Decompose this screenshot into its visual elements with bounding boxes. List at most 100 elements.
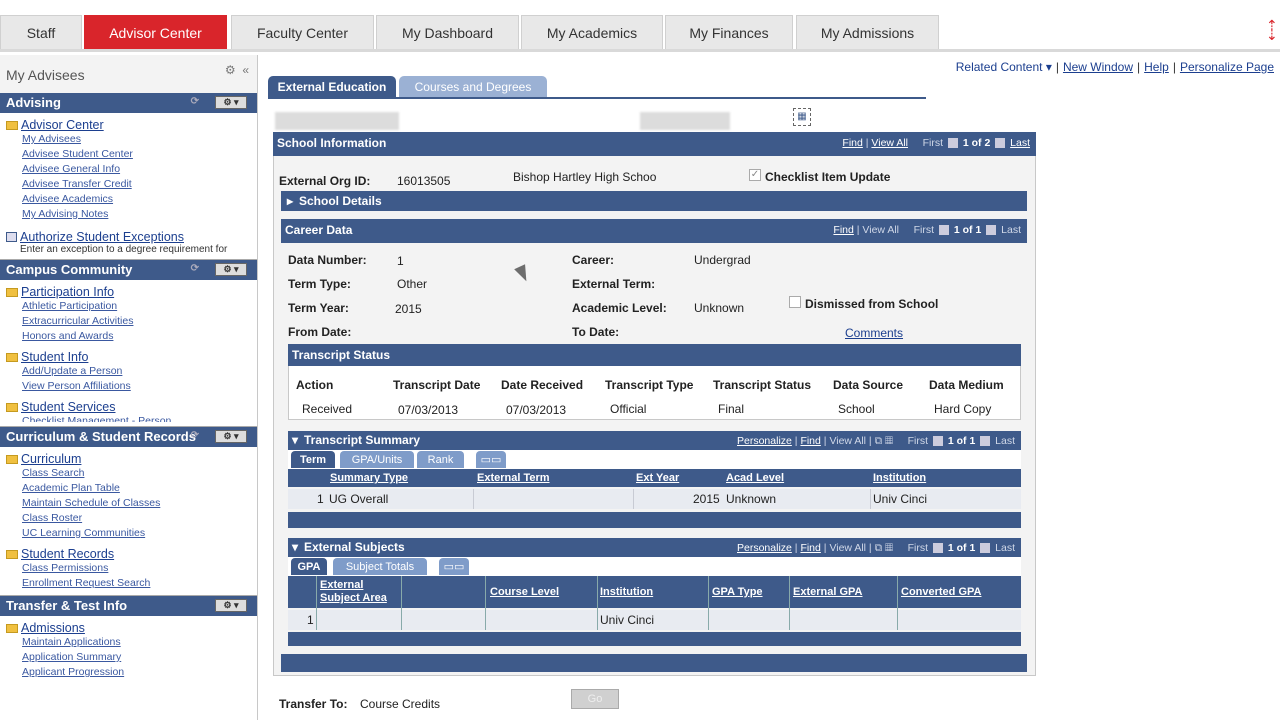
tab-faculty-center[interactable]: Faculty Center [231, 15, 374, 49]
folder-advisor-center[interactable]: Advisor Center [21, 118, 104, 132]
next-icon[interactable] [995, 138, 1006, 149]
dismissed-checkbox[interactable] [789, 296, 801, 308]
col-external-term[interactable]: External Term [477, 472, 550, 484]
link-honors-awards[interactable]: Honors and Awards [22, 329, 251, 344]
previous-icon[interactable] [947, 138, 958, 149]
view-all-link[interactable]: View All [871, 137, 908, 149]
link-advisee-transfer-credit[interactable]: Advisee Transfer Credit [22, 177, 251, 192]
folder-student-services[interactable]: Student Services [21, 400, 116, 414]
col-converted-gpa[interactable]: Converted GPA [901, 586, 981, 598]
link-view-person-affiliations[interactable]: View Person Affiliations [22, 379, 251, 394]
tab-my-academics[interactable]: My Academics [521, 15, 663, 49]
link-advisee-general-info[interactable]: Advisee General Info [22, 162, 251, 177]
folder-participation-info[interactable]: Participation Info [21, 285, 114, 299]
find-link[interactable]: Find [800, 542, 820, 554]
zoom-icon[interactable]: ⧉ [875, 435, 883, 447]
find-link[interactable]: Find [800, 435, 820, 447]
pagelet-menu-button[interactable]: ⚙ ▾ [215, 430, 247, 443]
tab-my-dashboard[interactable]: My Dashboard [376, 15, 519, 49]
link-advisee-student-center[interactable]: Advisee Student Center [22, 147, 251, 162]
checklist-item-update-checkbox[interactable]: ✓ [749, 169, 761, 181]
go-button[interactable]: Go [571, 689, 619, 709]
previous-icon[interactable] [932, 543, 943, 554]
col-institution[interactable]: Institution [600, 586, 653, 598]
link-applicant-progression[interactable]: Applicant Progression [22, 665, 251, 680]
subtab-gpa[interactable]: GPA [291, 558, 327, 575]
tab-courses-degrees[interactable]: Courses and Degrees [399, 76, 547, 98]
tab-advisor-center[interactable]: Advisor Center [84, 15, 227, 49]
related-content-menu[interactable]: Related Content ▾ [956, 60, 1052, 74]
link-class-search[interactable]: Class Search [22, 466, 251, 481]
tab-my-admissions[interactable]: My Admissions [796, 15, 939, 49]
col-ext-year[interactable]: Ext Year [636, 472, 679, 484]
link-add-update-person[interactable]: Add/Update a Person [22, 364, 251, 379]
personalize-page-link[interactable]: Personalize Page [1180, 60, 1274, 74]
pagelet-menu-button[interactable]: ⚙ ▾ [215, 599, 247, 612]
find-link[interactable]: Find [842, 137, 862, 149]
tab-staff[interactable]: Staff [0, 15, 82, 49]
link-enrollment-request-search[interactable]: Enrollment Request Search [22, 576, 251, 591]
subtab-gpa-units[interactable]: GPA/Units [340, 451, 414, 468]
personalize-link[interactable]: Personalize [737, 435, 792, 447]
link-application-summary[interactable]: Application Summary [22, 650, 251, 665]
folder-admissions[interactable]: Admissions [21, 621, 85, 635]
download-grid-icon[interactable]: ▦ [885, 542, 893, 554]
refresh-icon[interactable]: ⟳ [191, 96, 199, 107]
collapse-arrows-icon[interactable]: ⇡ ⇣ [1266, 18, 1278, 44]
next-icon[interactable] [980, 436, 991, 447]
new-window-link[interactable]: New Window [1063, 60, 1133, 74]
sidebar-controls-icon[interactable]: ⚙ « [225, 63, 249, 77]
link-advisee-academics[interactable]: Advisee Academics [22, 192, 251, 207]
link-my-advising-notes[interactable]: My Advising Notes [22, 207, 251, 222]
tab-external-education[interactable]: External Education [268, 76, 396, 98]
subtab-term[interactable]: Term [291, 451, 335, 468]
pagelet-menu-button[interactable]: ⚙ ▾ [215, 263, 247, 276]
link-uc-learning-communities[interactable]: UC Learning Communities [22, 526, 251, 541]
link-authorize-student-exceptions[interactable]: Authorize Student Exceptions [20, 230, 184, 244]
link-extracurricular[interactable]: Extracurricular Activities [22, 314, 251, 329]
link-class-permissions[interactable]: Class Permissions [22, 561, 251, 576]
help-link[interactable]: Help [1144, 60, 1169, 74]
comments-link[interactable]: Comments [845, 326, 903, 340]
org-chart-icon[interactable]: ▦ [793, 108, 811, 126]
transfer-to-value[interactable]: Course Credits [360, 697, 440, 711]
show-all-columns-icon[interactable]: ▭▭ [439, 558, 469, 575]
refresh-icon[interactable]: ⟳ [191, 263, 199, 274]
collapse-arrow-icon[interactable]: ▾ [292, 540, 298, 554]
collapse-arrow-icon[interactable]: ▾ [292, 433, 298, 447]
subtab-subject-totals[interactable]: Subject Totals [333, 558, 427, 575]
previous-icon[interactable] [938, 225, 949, 236]
last-link[interactable]: Last [1010, 137, 1030, 149]
link-maintain-schedule[interactable]: Maintain Schedule of Classes [22, 496, 251, 511]
folder-student-records[interactable]: Student Records [21, 547, 114, 561]
pagelet-menu-button[interactable]: ⚙ ▾ [215, 96, 247, 109]
link-athletic-participation[interactable]: Athletic Participation [22, 299, 251, 314]
next-icon[interactable] [986, 225, 997, 236]
career-data-header: Career Data Find | View All First 1 of 1… [281, 219, 1027, 243]
tab-my-finances[interactable]: My Finances [665, 15, 793, 49]
col-course-level[interactable]: Course Level [490, 586, 559, 598]
col-external-gpa[interactable]: External GPA [793, 586, 863, 598]
folder-curriculum[interactable]: Curriculum [21, 452, 81, 466]
refresh-icon[interactable]: ⟳ [191, 430, 199, 441]
col-gpa-type[interactable]: GPA Type [712, 586, 763, 598]
link-class-roster[interactable]: Class Roster [22, 511, 251, 526]
col-external-subject-area[interactable]: External Subject Area [320, 579, 400, 605]
zoom-icon[interactable]: ⧉ [875, 542, 883, 554]
download-grid-icon[interactable]: ▦ [885, 435, 893, 447]
link-checklist-management[interactable]: Checklist Management - Person [22, 414, 251, 422]
next-icon[interactable] [980, 543, 991, 554]
previous-icon[interactable] [932, 436, 943, 447]
col-summary-type[interactable]: Summary Type [330, 472, 408, 484]
show-all-columns-icon[interactable]: ▭▭ [476, 451, 506, 468]
link-my-advisees[interactable]: My Advisees [22, 132, 251, 147]
school-details-collapsible[interactable]: ▸ School Details [281, 191, 1027, 211]
link-maintain-applications[interactable]: Maintain Applications [22, 635, 251, 650]
personalize-link[interactable]: Personalize [737, 542, 792, 554]
link-academic-plan-table[interactable]: Academic Plan Table [22, 481, 251, 496]
find-link[interactable]: Find [833, 224, 853, 236]
folder-student-info[interactable]: Student Info [21, 350, 88, 364]
col-institution[interactable]: Institution [873, 472, 926, 484]
subtab-rank[interactable]: Rank [417, 451, 464, 468]
col-acad-level[interactable]: Acad Level [726, 472, 784, 484]
